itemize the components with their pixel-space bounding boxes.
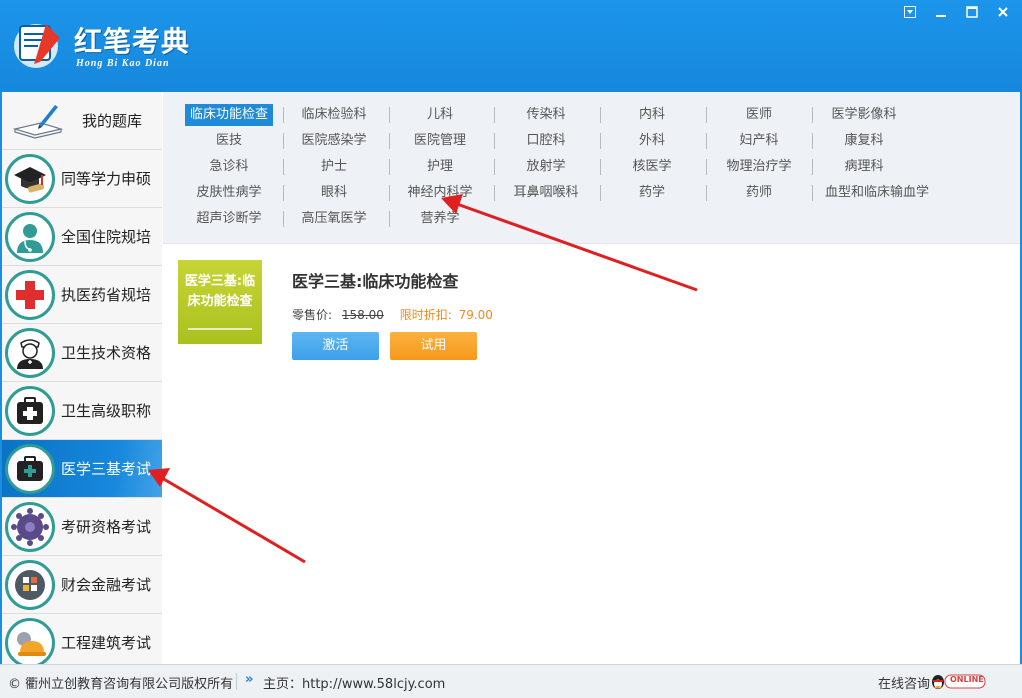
category-item[interactable]: 药师 — [713, 182, 805, 204]
category-item[interactable]: 临床功能检查 — [185, 104, 273, 126]
sidebar-item-residency[interactable]: 全国住院规培 — [2, 208, 162, 266]
trial-button[interactable]: 试用 — [390, 332, 477, 360]
category-item[interactable]: 核医学 — [607, 156, 697, 178]
category-item[interactable]: 眼科 — [289, 182, 379, 204]
retail-price-label: 零售价: — [292, 308, 333, 322]
sidebar-item-medical-basics[interactable]: 医学三基考试 — [2, 440, 162, 498]
sale-price: 79.00 — [458, 308, 493, 322]
product-cover-text: 医学三基:临床功能检查 — [184, 274, 256, 309]
category-item[interactable]: 临床检验科 — [289, 104, 379, 126]
sidebar-item-finance[interactable]: 财会金融考试 — [2, 556, 162, 614]
online-consult-label[interactable]: 在线咨询 — [878, 673, 930, 692]
category-panel: 临床功能检查 临床检验科 儿科 传染科 内科 医师 医学影像科 医技 医院感染学… — [163, 92, 1020, 244]
app-pinyin: Hong Bi Kao Dian — [76, 58, 170, 69]
category-item[interactable]: 护理 — [395, 156, 485, 178]
sidebar-item-my-library[interactable]: 我的题库 — [2, 92, 162, 150]
status-bar: © 衢州立创教育咨询有限公司版权所有 » 主页：http://www.58lcj… — [0, 664, 1022, 698]
sidebar-item-label: 医学三基考试 — [61, 460, 152, 478]
retail-price: 158.00 — [341, 308, 384, 322]
medical-bag-icon — [5, 443, 55, 494]
product-cover[interactable]: 医学三基:临床功能检查 — [178, 260, 262, 344]
sidebar-item-label: 财会金融考试 — [61, 576, 152, 594]
category-item[interactable]: 耳鼻咽喉科 — [501, 182, 591, 204]
category-item[interactable]: 医技 — [185, 130, 273, 152]
category-item[interactable]: 物理治疗学 — [713, 156, 805, 178]
content-area: 临床功能检查 临床检验科 儿科 传染科 内科 医师 医学影像科 医技 医院感染学… — [163, 92, 1020, 664]
category-item[interactable]: 病理科 — [817, 156, 911, 178]
category-item[interactable]: 儿科 — [395, 104, 485, 126]
gear-cluster-icon — [5, 501, 55, 552]
category-item[interactable]: 医学影像科 — [817, 104, 911, 126]
sidebar-item-label: 卫生高级职称 — [61, 402, 152, 420]
logo-emblem-icon — [14, 24, 60, 68]
category-item[interactable]: 护士 — [289, 156, 379, 178]
sidebar-item-senior-title[interactable]: 卫生高级职称 — [2, 382, 162, 440]
close-icon[interactable] — [992, 4, 1014, 20]
dropdown-icon[interactable] — [899, 4, 921, 20]
sidebar-item-label: 执医药省规培 — [61, 286, 152, 304]
nurse-icon — [5, 327, 55, 378]
double-chevron-icon: » — [245, 672, 254, 687]
hard-hat-icon — [5, 617, 55, 668]
category-item[interactable]: 医院管理 — [395, 130, 485, 152]
sidebar-item-label: 全国住院规培 — [61, 228, 152, 246]
category-item[interactable]: 传染科 — [501, 104, 591, 126]
sidebar-item-label: 考研资格考试 — [61, 518, 152, 536]
sidebar-item-postgrad[interactable]: 考研资格考试 — [2, 498, 162, 556]
first-aid-kit-icon — [5, 385, 55, 436]
category-item[interactable]: 放射学 — [501, 156, 591, 178]
category-item[interactable]: 内科 — [607, 104, 697, 126]
calculator-icon — [5, 559, 55, 610]
category-item[interactable]: 外科 — [607, 130, 697, 152]
product-card: 医学三基:临床功能检查 医学三基:临床功能检查 零售价: 158.00 限时折扣… — [163, 244, 1020, 364]
qq-badge-text: ONLINE — [950, 675, 984, 684]
category-item[interactable]: 神经内科学 — [395, 182, 485, 204]
sidebar-item-label: 工程建筑考试 — [61, 634, 152, 652]
qq-online-badge[interactable]: ONLINE — [930, 671, 986, 691]
app-logo: 红笔考典 Hong Bi Kao Dian — [8, 12, 218, 74]
sale-price-label: 限时折扣: — [399, 308, 452, 322]
price-line: 零售价: 158.00 限时折扣: 79.00 — [292, 306, 493, 323]
title-bar: 红笔考典 Hong Bi Kao Dian — [0, 0, 1022, 92]
copyright-text: © 衢州立创教育咨询有限公司版权所有 — [8, 677, 234, 692]
category-item[interactable]: 药学 — [607, 182, 697, 204]
category-item[interactable]: 妇产科 — [713, 130, 805, 152]
sidebar-item-label: 我的题库 — [82, 112, 143, 130]
product-title: 医学三基:临床功能检查 — [292, 272, 459, 291]
maximize-icon[interactable] — [961, 4, 983, 20]
notebook-pen-icon — [10, 96, 66, 146]
sidebar-item-label: 卫生技术资格 — [61, 344, 152, 362]
category-item[interactable]: 康复科 — [817, 130, 911, 152]
main-frame: 我的题库 同等学力申硕 全国住院规培 执医药省规培 卫生技术资格 卫生高级职称 … — [2, 92, 1020, 672]
app-title: 红笔考典 — [74, 25, 191, 58]
category-item[interactable]: 血型和临床输血学 — [817, 182, 937, 204]
red-cross-icon — [5, 269, 55, 320]
sidebar: 我的题库 同等学力申硕 全国住院规培 执医药省规培 卫生技术资格 卫生高级职称 … — [2, 92, 162, 672]
category-item[interactable]: 急诊科 — [185, 156, 273, 178]
activate-button[interactable]: 激活 — [292, 332, 379, 360]
minimize-icon[interactable] — [930, 4, 952, 20]
category-item[interactable]: 皮肤性病学 — [185, 182, 273, 204]
category-item[interactable]: 口腔科 — [501, 130, 591, 152]
homepage-link[interactable]: 主页：http://www.58lcjy.com — [263, 673, 445, 692]
sidebar-item-label: 同等学力申硕 — [61, 170, 152, 188]
sidebar-item-health-tech[interactable]: 卫生技术资格 — [2, 324, 162, 382]
category-item[interactable]: 营养学 — [395, 208, 485, 230]
sidebar-item-degree[interactable]: 同等学力申硕 — [2, 150, 162, 208]
sidebar-item-pharmacy-training[interactable]: 执医药省规培 — [2, 266, 162, 324]
category-item[interactable]: 超声诊断学 — [185, 208, 273, 230]
category-item[interactable]: 医师 — [713, 104, 805, 126]
category-item[interactable]: 高压氧医学 — [289, 208, 379, 230]
graduation-cap-icon — [5, 153, 55, 204]
doctor-icon — [5, 211, 55, 262]
category-item[interactable]: 医院感染学 — [289, 130, 379, 152]
